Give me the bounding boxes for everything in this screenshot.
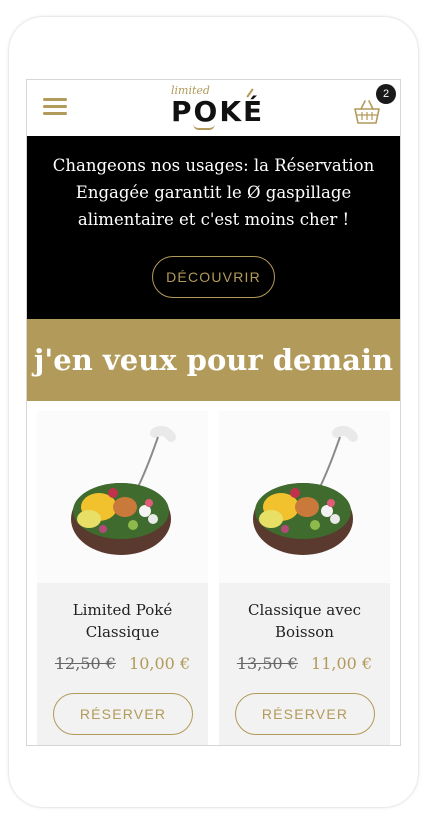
poke-bowl-image xyxy=(253,425,358,555)
logo-main-text: POKÉ xyxy=(171,95,265,128)
price-row: 13,50 € 11,00 € xyxy=(219,654,390,673)
site-logo[interactable]: limited POKÉ xyxy=(167,84,267,134)
product-card[interactable]: Classique avec Boisson 13,50 € 11,00 € R… xyxy=(219,411,390,745)
sale-price: 10,00 € xyxy=(129,654,191,673)
hamburger-menu-icon[interactable] xyxy=(43,98,67,118)
product-card[interactable]: Limited Poké Classique 12,50 € 10,00 € R… xyxy=(37,411,208,745)
original-price: 12,50 € xyxy=(54,654,116,673)
sale-price: 11,00 € xyxy=(311,654,373,673)
discover-button[interactable]: DÉCOUVRIR xyxy=(152,256,275,298)
product-name[interactable]: Limited Poké Classique xyxy=(45,599,200,643)
shopping-basket-icon xyxy=(354,100,380,124)
site-header: limited POKÉ 2 xyxy=(27,80,400,136)
reserve-button[interactable]: RÉSERVER xyxy=(235,693,375,735)
product-image[interactable] xyxy=(37,411,208,583)
product-name[interactable]: Classique avec Boisson xyxy=(227,599,382,643)
cart-count-badge: 2 xyxy=(376,84,396,104)
mobile-viewport: limited POKÉ 2 Changeons nos usages: la … xyxy=(26,79,401,746)
price-row: 12,50 € 10,00 € xyxy=(37,654,208,673)
reserve-button[interactable]: RÉSERVER xyxy=(53,693,193,735)
original-price: 13,50 € xyxy=(236,654,298,673)
poke-bowl-image xyxy=(71,425,176,555)
section-title: j'en veux pour demain xyxy=(27,319,400,401)
product-image[interactable] xyxy=(219,411,390,583)
banner-text: Changeons nos usages: la Réservation Eng… xyxy=(52,156,375,229)
promo-banner: Changeons nos usages: la Réservation Eng… xyxy=(27,136,400,319)
product-grid: Limited Poké Classique 12,50 € 10,00 € R… xyxy=(27,401,400,745)
logo-smile-mark xyxy=(193,124,215,130)
